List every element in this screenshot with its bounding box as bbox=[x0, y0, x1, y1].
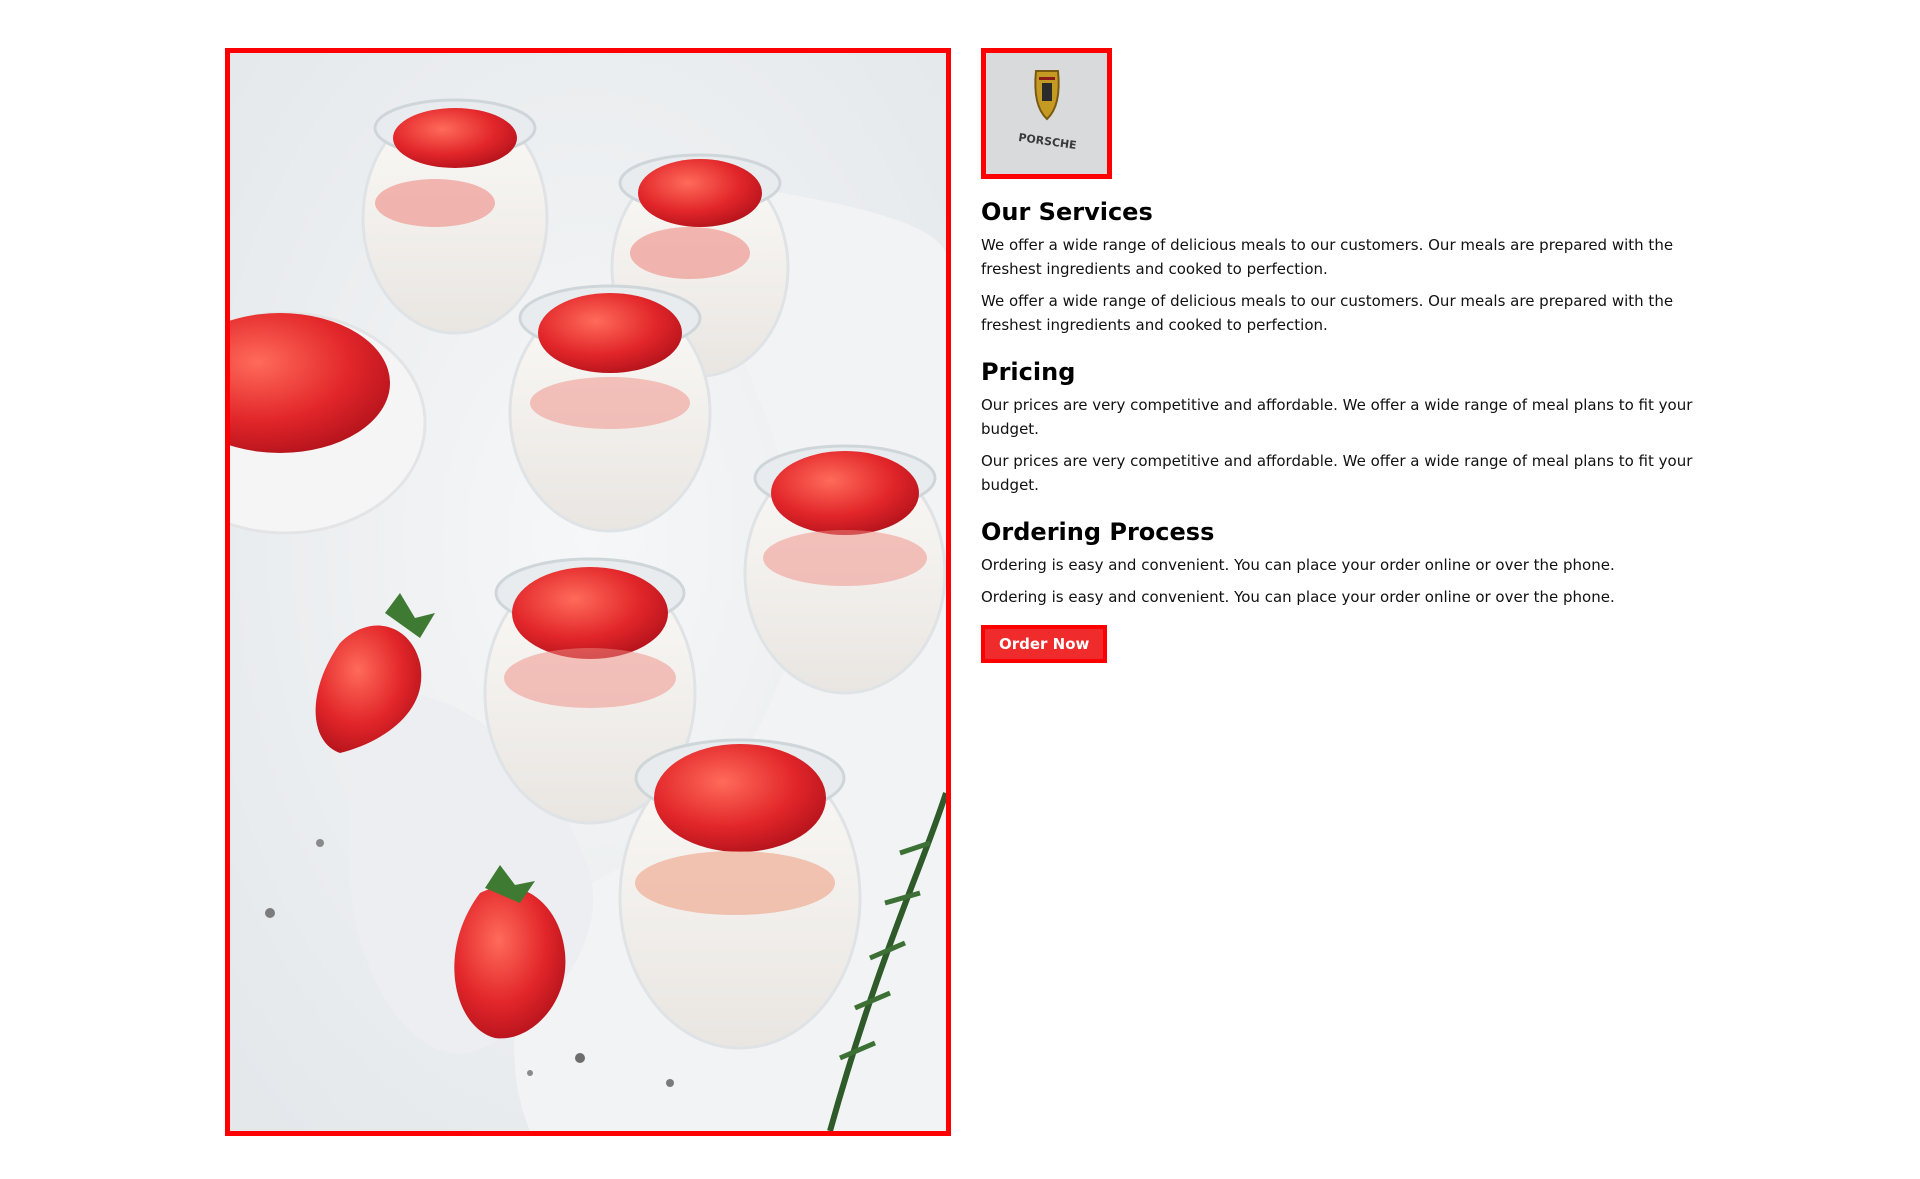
section-title: Our Services bbox=[981, 198, 1153, 226]
order-now-button[interactable]: Order Now bbox=[981, 625, 1108, 663]
section-paragraph: Ordering is easy and convenient. You can… bbox=[981, 588, 1615, 606]
porsche-crest-icon: PORSCHE bbox=[986, 53, 1107, 174]
section-paragraph: Our prices are very competitive and affo… bbox=[981, 452, 1693, 494]
section-our-services: Our Services We offer a wide range of de… bbox=[981, 197, 1701, 337]
content-column: PORSCHE Our Services We offer a wide ran… bbox=[981, 48, 1701, 663]
section-paragraph: We offer a wide range of delicious meals… bbox=[981, 292, 1674, 334]
section-paragraph: Our prices are very competitive and affo… bbox=[981, 396, 1693, 438]
hero-image bbox=[225, 48, 951, 1136]
panna-cotta-photo bbox=[230, 53, 946, 1131]
section-paragraph: Ordering is easy and convenient. You can… bbox=[981, 556, 1615, 574]
section-title: Ordering Process bbox=[981, 518, 1215, 546]
section-title: Pricing bbox=[981, 358, 1076, 386]
page: PORSCHE Our Services We offer a wide ran… bbox=[0, 0, 1920, 1179]
section-paragraph: We offer a wide range of delicious meals… bbox=[981, 236, 1674, 278]
brand-logo: PORSCHE bbox=[981, 48, 1112, 179]
section-pricing: Pricing Our prices are very competitive … bbox=[981, 357, 1701, 497]
section-ordering-process: Ordering Process Ordering is easy and co… bbox=[981, 517, 1701, 609]
